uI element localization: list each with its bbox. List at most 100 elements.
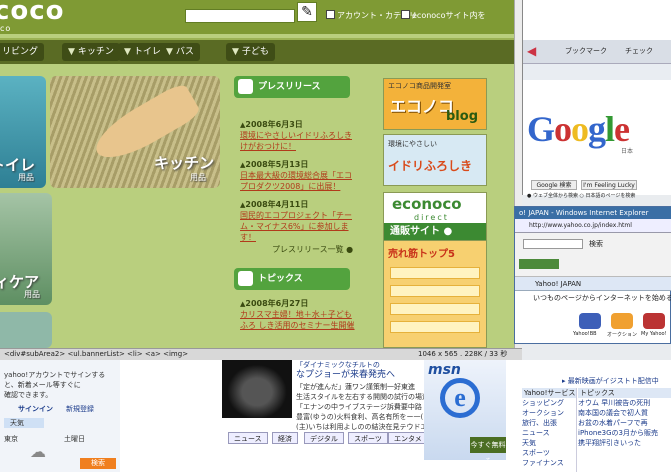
cloud-icon: ☁ xyxy=(30,442,46,461)
car-ad-line[interactable]: なプジョーが来春発売へ xyxy=(296,370,416,380)
site-search-input[interactable] xyxy=(185,9,295,23)
nav-tab-kitchen[interactable]: ▼ キッチン xyxy=(62,43,120,61)
press-link-3[interactable]: 国民的エコプロジェクト「チーム・マイナス6%」に参加します！ xyxy=(240,210,355,243)
yahoo-topics-list: トピックス オウム 早川被告の死刑 南本国の議会で初人質 お盆の水着パーフで再 … xyxy=(578,388,671,472)
towel-category-tile[interactable] xyxy=(0,312,52,348)
service-link[interactable]: スポーツ xyxy=(522,448,576,458)
header-label: トピックス xyxy=(258,274,303,284)
tab-news[interactable]: ニュース xyxy=(228,432,268,444)
msn-cta-button[interactable]: 今すぐ無料る xyxy=(470,437,506,465)
page-dimensions: 1046 x 565 . 228K / 33 秒 xyxy=(418,350,508,358)
topic-link[interactable]: お盆の水着パーフで再 xyxy=(578,418,671,428)
toilet-category-tile[interactable]: トイレ 用品 xyxy=(0,76,46,188)
pencil-search-button[interactable]: ✎ xyxy=(297,2,317,22)
bath-category-tile[interactable]: ィケア 用品 xyxy=(0,193,52,305)
lucky-button[interactable]: I'm Feeling Lucky xyxy=(581,180,637,190)
service-link[interactable]: 旅行、出張 xyxy=(522,418,576,428)
ranking-row[interactable] xyxy=(390,267,480,279)
tab-economy[interactable]: 経済 xyxy=(272,432,298,444)
press-date-3: 2008年4月11日 xyxy=(240,199,308,210)
econoco-blog-banner[interactable]: エコノコ商品開発室 エコノコ blog xyxy=(383,78,487,130)
ie-search-button[interactable]: 検索 xyxy=(589,239,603,249)
promo-label: 最新映画がイジストト配信中 xyxy=(567,377,659,385)
search-scope-radios[interactable]: ● ウェブ全体から検索 ○ 日本語のページを検索 xyxy=(527,192,635,199)
back-icon[interactable]: ◀ xyxy=(527,44,536,58)
news-line[interactable]: (主)いちは利用よしのの結決在見テウドエ xyxy=(296,422,427,432)
internet-explorer-icon: e xyxy=(440,378,480,418)
ie-window: o! JAPAN - Windows Internet Explorer htt… xyxy=(514,206,671,344)
ranking-row[interactable] xyxy=(390,321,480,333)
car-ad-line[interactable]: 「ダイナミックなチルトの xyxy=(296,360,416,370)
nav-tab-bath[interactable]: ▼ バス xyxy=(160,43,200,61)
services-title: Yahoo!サービス xyxy=(522,388,576,398)
movie-promo-link[interactable]: ▸ 最新映画がイジストト配信中 xyxy=(562,376,659,386)
banner-title: 売れ筋トップ5 xyxy=(388,249,455,260)
register-link[interactable]: 新規登録 xyxy=(66,404,94,414)
login-text: と、新着メール等すぐに xyxy=(4,381,81,389)
nav-label: バス xyxy=(175,47,194,57)
tab-entertainment[interactable]: エンタメ xyxy=(388,432,428,444)
tab-sports[interactable]: スポーツ xyxy=(348,432,388,444)
search-scope-checkbox-2[interactable]: econocoサイト内を xyxy=(401,10,485,22)
topic-link[interactable]: 南本国の議会で初人質 xyxy=(578,408,671,418)
press-link-1[interactable]: 環境にやさしいイドリふろしき けがおつけに！ xyxy=(240,130,355,152)
press-release-header[interactable]: プレスリリース xyxy=(234,76,350,98)
news-line[interactable]: 生活スタイルを左右する開関の試行の場道 xyxy=(296,392,429,402)
tile-sublabel: 用品 xyxy=(18,173,34,182)
service-link[interactable]: ニュース xyxy=(522,428,576,438)
car-ad-image[interactable] xyxy=(222,360,292,418)
google-logo: Google xyxy=(527,109,630,149)
topic-link[interactable]: 携平翔評引きいった xyxy=(578,438,671,448)
service-link[interactable]: ショッピング xyxy=(522,398,576,408)
press-more-link[interactable]: プレスリリース一覧 ● xyxy=(272,244,353,255)
service-link[interactable]: 天気 xyxy=(522,438,576,448)
more-label: プレスリリース一覧 xyxy=(272,245,344,254)
press-link-2[interactable]: 日本最大級の環境総合展「エコ プロダクツ2008」に出展！ xyxy=(240,170,355,192)
ranking-row[interactable] xyxy=(390,303,480,315)
service-link[interactable]: ファイナンス xyxy=(522,458,576,468)
tab-digital[interactable]: デジタル xyxy=(304,432,344,444)
toolbar-badge[interactable] xyxy=(519,259,559,269)
ie-search-input[interactable] xyxy=(523,239,583,249)
dom-path: <div#subArea2> <ul.bannerList> <li> <a> … xyxy=(4,350,189,358)
topics-header[interactable]: トピックス xyxy=(234,268,350,290)
google-search-button[interactable]: Google 検索 xyxy=(531,180,577,190)
banner-title: エコノコ商品開発室 xyxy=(388,82,451,90)
ie-tab[interactable]: Yahoo! JAPAN xyxy=(515,277,671,291)
cta-label: 通販サイト xyxy=(390,226,440,237)
press-date-2: 2008年5月13日 xyxy=(240,159,308,170)
kitchen-category-tile[interactable]: キッチン 用品 xyxy=(50,76,220,188)
topics-date-1: 2008年6月27日 xyxy=(240,298,308,309)
topic-link[interactable]: iPhone3Gの3月から販売 xyxy=(578,428,671,438)
tag-icon: ▼ xyxy=(68,47,75,57)
ie-titlebar: o! JAPAN - Windows Internet Explorer xyxy=(515,207,671,219)
news-line[interactable]: 豊富(ゆうの)火料食利、高名有所をー一(ビ) xyxy=(296,412,433,422)
ie-toolbar: 検索 xyxy=(515,233,671,277)
news-line[interactable]: 「定が進んだ」蓮ワン謹策制一好東進 xyxy=(296,382,416,392)
weather-city: 東京 xyxy=(4,435,18,443)
weather-search-button[interactable]: 検索 xyxy=(80,458,116,469)
nav-tab-kids[interactable]: ▼ 子ども xyxy=(226,43,275,61)
check-menu[interactable]: チェック xyxy=(625,46,653,56)
tag-icon: ▼ xyxy=(124,47,131,57)
signin-link[interactable]: サインイン xyxy=(18,404,53,414)
my-yahoo-icon[interactable] xyxy=(643,313,665,329)
weather-tab[interactable]: 天気 xyxy=(4,418,44,428)
auction-icon[interactable] xyxy=(611,313,633,329)
topics-link-1[interactable]: カリスマ主婦！地＋水＋子どもふろ しき活用のセミナー生開催 xyxy=(240,309,355,331)
bookmarks-menu[interactable]: ブックマーク xyxy=(565,46,607,56)
topic-link[interactable]: オウム 早川被告の死刑 xyxy=(578,398,671,408)
news-line[interactable]: 「エナンの中ライブステージ訴費要中路 xyxy=(296,402,422,412)
top5-banner[interactable]: 売れ筋トップ5 xyxy=(383,240,487,348)
address-bar[interactable]: http://www.yahoo.co.jp/index.html xyxy=(515,219,671,233)
econoco-direct-banner[interactable]: econoco direct 通販サイト ● xyxy=(383,192,487,241)
yahoo-bb-icon[interactable] xyxy=(579,313,601,329)
ranking-row[interactable] xyxy=(390,285,480,297)
yahoo-tagline[interactable]: いつものページからインターネットを始める xyxy=(515,291,671,305)
site-logo[interactable]: coco xyxy=(0,0,65,26)
banner-logo: イドリふろしき xyxy=(388,159,473,173)
banner-sub: blog xyxy=(446,109,478,124)
furoshiki-banner[interactable]: 環境にやさしい イドリふろしき xyxy=(383,134,487,186)
nav-tab-living[interactable]: リビング xyxy=(0,43,45,61)
service-link[interactable]: オークション xyxy=(522,408,576,418)
